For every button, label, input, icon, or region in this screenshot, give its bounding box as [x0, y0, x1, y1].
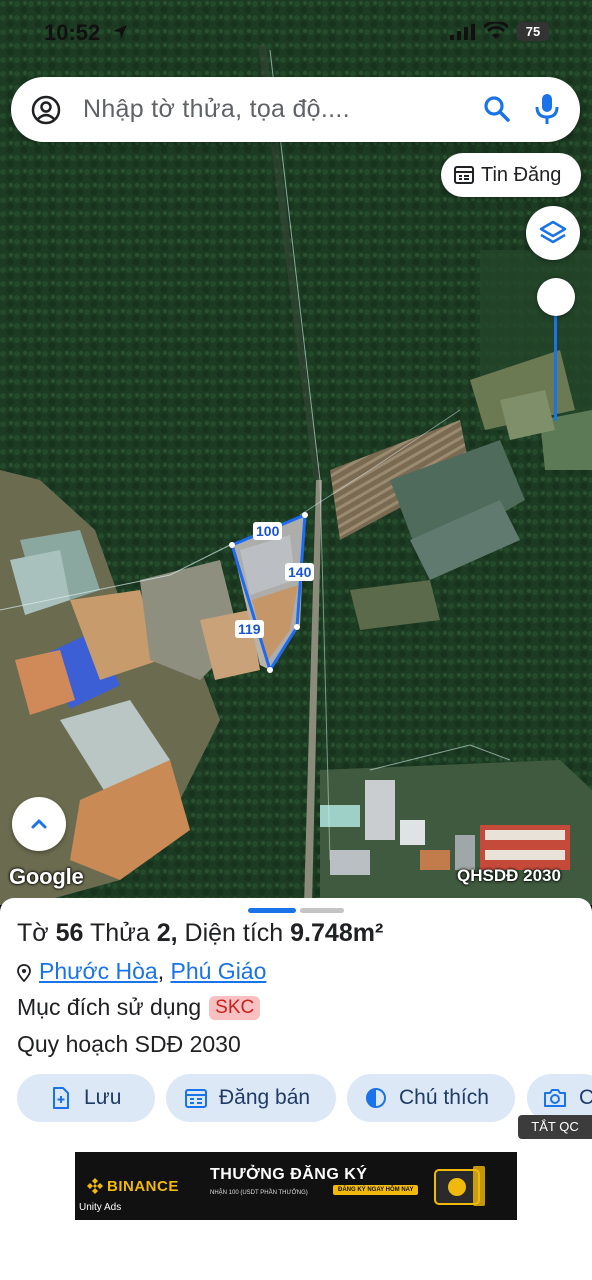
planning-label: Quy hoạch SDĐ 2030 — [17, 1031, 241, 1057]
search-bar[interactable]: Nhập tờ thửa, tọa độ.... — [11, 77, 580, 142]
contrast-icon — [366, 1088, 386, 1108]
expand-sheet-button[interactable] — [12, 797, 66, 851]
ad-cta[interactable]: ĐĂNG KÝ NGAY HÔM NAY — [333, 1185, 419, 1195]
parcel-title: Tờ 56 Thửa 2, Diện tích 9.748m² — [17, 919, 384, 947]
layers-button[interactable] — [526, 206, 580, 260]
listings-button[interactable]: Tin Đăng — [441, 153, 581, 197]
calendar-icon — [185, 1089, 207, 1108]
hide-ads-button[interactable]: TẮT QC — [518, 1115, 592, 1139]
post-sale-button[interactable]: Đăng bán — [166, 1074, 336, 1122]
sheet-page-indicator-active[interactable] — [248, 908, 296, 913]
ad-brand: BINANCE — [107, 1178, 179, 1195]
ad-headline: THƯỞNG ĐĂNG KÝ — [210, 1166, 368, 1183]
status-time: 10:52 — [44, 20, 101, 45]
status-bar: 10:52 75 — [0, 0, 592, 66]
battery-indicator: 75 — [517, 22, 549, 41]
layers-icon — [539, 220, 567, 244]
ad-network: Unity Ads — [79, 1202, 122, 1213]
parcel-info-sheet[interactable]: Tờ 56 Thửa 2, Diện tích 9.748m² Phước Hò… — [0, 898, 592, 1280]
binance-logo-icon — [87, 1178, 103, 1194]
listing-icon — [454, 166, 474, 184]
map-layer-label: QHSDĐ 2030 — [457, 866, 561, 885]
cellular-signal-icon — [450, 24, 475, 40]
microphone-icon[interactable] — [533, 92, 561, 126]
land-use-purpose: Mục đích sử dụng SKC — [17, 994, 261, 1021]
plot-edge-label: 140 — [285, 563, 315, 581]
add-file-icon — [53, 1087, 69, 1109]
ward-link[interactable]: Phước Hòa — [39, 958, 158, 984]
opacity-slider-handle[interactable] — [537, 278, 575, 316]
chevron-up-icon — [31, 819, 47, 829]
gift-card-icon — [434, 1166, 485, 1206]
land-use-badge: SKC — [209, 996, 261, 1020]
parcel-address: Phước Hòa, Phú Giáo — [17, 958, 266, 985]
save-button[interactable]: Lưu — [17, 1074, 155, 1122]
district-link[interactable]: Phú Giáo — [170, 958, 266, 984]
ad-banner[interactable]: BINANCE Unity Ads THƯỞNG ĐĂNG KÝ NHẬN 10… — [75, 1152, 517, 1220]
search-input[interactable]: Nhập tờ thửa, tọa độ.... — [83, 77, 350, 142]
location-arrow-icon — [113, 25, 127, 39]
plot-edge-label: 100 — [253, 522, 283, 540]
parcel-area: 9.748m² — [290, 919, 384, 947]
sheet-page-indicator[interactable] — [300, 908, 344, 913]
location-pin-icon — [17, 964, 31, 982]
google-logo: Google — [9, 864, 84, 889]
ad-subtext: NHẬN 100 (USDT PHẦN THƯỞNG) — [210, 1190, 308, 1196]
legend-button[interactable]: Chú thích — [347, 1074, 515, 1122]
account-icon[interactable] — [31, 95, 61, 125]
listings-label: Tin Đăng — [481, 164, 562, 186]
search-icon[interactable] — [481, 93, 513, 125]
wifi-icon — [484, 22, 508, 39]
camera-icon — [544, 1089, 566, 1107]
plot-edge-label: 119 — [235, 620, 264, 638]
